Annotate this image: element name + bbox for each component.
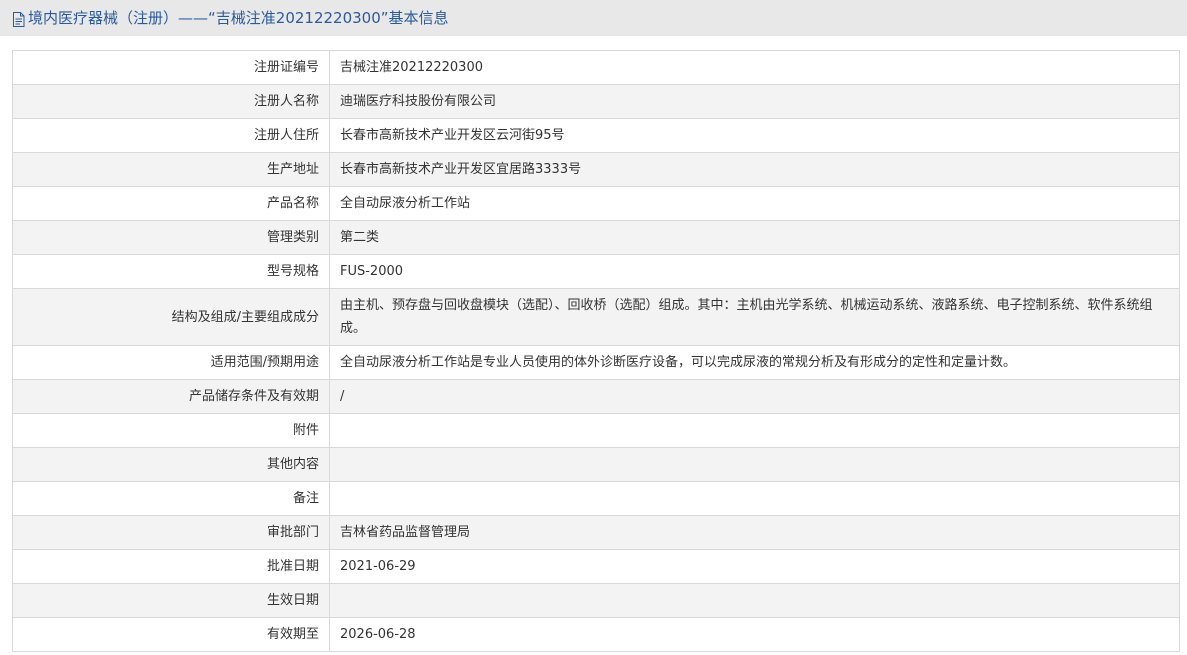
row-label: 产品名称 <box>12 186 330 221</box>
table-row: 生产地址 长春市高新技术产业开发区宜居路3333号 <box>12 152 1180 187</box>
row-value: 由主机、预存盘与回收盘模块（选配）、回收桥（选配）组成。其中：主机由光学系统、机… <box>329 288 1180 346</box>
row-label: 产品储存条件及有效期 <box>12 379 330 414</box>
row-value: / <box>329 379 1180 414</box>
table-row: 适用范围/预期用途 全自动尿液分析工作站是专业人员使用的体外诊断医疗设备，可以完… <box>12 345 1180 380</box>
row-value: 吉林省药品监督管理局 <box>329 515 1180 550</box>
row-label: 管理类别 <box>12 220 330 255</box>
table-row: 产品储存条件及有效期 / <box>12 379 1180 414</box>
row-label: 注册证编号 <box>12 50 330 85</box>
row-label: 有效期至 <box>12 617 330 652</box>
row-value: 迪瑞医疗科技股份有限公司 <box>329 84 1180 119</box>
row-label: 批准日期 <box>12 549 330 584</box>
page-header: 境内医疗器械（注册）——“吉械注准20212220300”基本信息 <box>0 0 1187 36</box>
row-label: 生效日期 <box>12 583 330 618</box>
table-row: 注册证编号 吉械注准20212220300 <box>12 50 1180 85</box>
row-label: 其他内容 <box>12 447 330 482</box>
table-row: 批准日期 2021-06-29 <box>12 549 1180 584</box>
row-value: 长春市高新技术产业开发区云河街95号 <box>329 118 1180 153</box>
table-row: 产品名称 全自动尿液分析工作站 <box>12 186 1180 221</box>
info-table-container: 注册证编号 吉械注准20212220300 注册人名称 迪瑞医疗科技股份有限公司… <box>12 50 1180 652</box>
row-label: 结构及组成/主要组成成分 <box>12 288 330 346</box>
row-value: 全自动尿液分析工作站是专业人员使用的体外诊断医疗设备，可以完成尿液的常规分析及有… <box>329 345 1180 380</box>
row-value: 全自动尿液分析工作站 <box>329 186 1180 221</box>
row-label: 备注 <box>12 481 330 516</box>
row-value: 2021-06-29 <box>329 549 1180 584</box>
table-row: 型号规格 FUS-2000 <box>12 254 1180 289</box>
table-row: 管理类别 第二类 <box>12 220 1180 255</box>
page-title: 境内医疗器械（注册）——“吉械注准20212220300”基本信息 <box>28 9 449 27</box>
table-row: 审批部门 吉林省药品监督管理局 <box>12 515 1180 550</box>
table-row: 其他内容 <box>12 447 1180 482</box>
row-value: 2026-06-28 <box>329 617 1180 652</box>
row-label: 生产地址 <box>12 152 330 187</box>
table-row: 注册人名称 迪瑞医疗科技股份有限公司 <box>12 84 1180 119</box>
row-value: FUS-2000 <box>329 254 1180 289</box>
table-row: 生效日期 <box>12 583 1180 618</box>
row-label: 附件 <box>12 413 330 448</box>
row-label: 审批部门 <box>12 515 330 550</box>
row-value: 吉械注准20212220300 <box>329 50 1180 85</box>
row-value <box>329 583 1180 618</box>
table-row: 附件 <box>12 413 1180 448</box>
table-row: 备注 <box>12 481 1180 516</box>
row-label: 适用范围/预期用途 <box>12 345 330 380</box>
document-icon <box>13 11 25 27</box>
row-value <box>329 447 1180 482</box>
table-row: 有效期至 2026-06-28 <box>12 617 1180 652</box>
row-value: 长春市高新技术产业开发区宜居路3333号 <box>329 152 1180 187</box>
row-label: 注册人住所 <box>12 118 330 153</box>
row-label: 注册人名称 <box>12 84 330 119</box>
row-value <box>329 481 1180 516</box>
row-value <box>329 413 1180 448</box>
table-row: 结构及组成/主要组成成分 由主机、预存盘与回收盘模块（选配）、回收桥（选配）组成… <box>12 288 1180 346</box>
row-value: 第二类 <box>329 220 1180 255</box>
table-row: 注册人住所 长春市高新技术产业开发区云河街95号 <box>12 118 1180 153</box>
info-table: 注册证编号 吉械注准20212220300 注册人名称 迪瑞医疗科技股份有限公司… <box>12 50 1180 652</box>
row-label: 型号规格 <box>12 254 330 289</box>
